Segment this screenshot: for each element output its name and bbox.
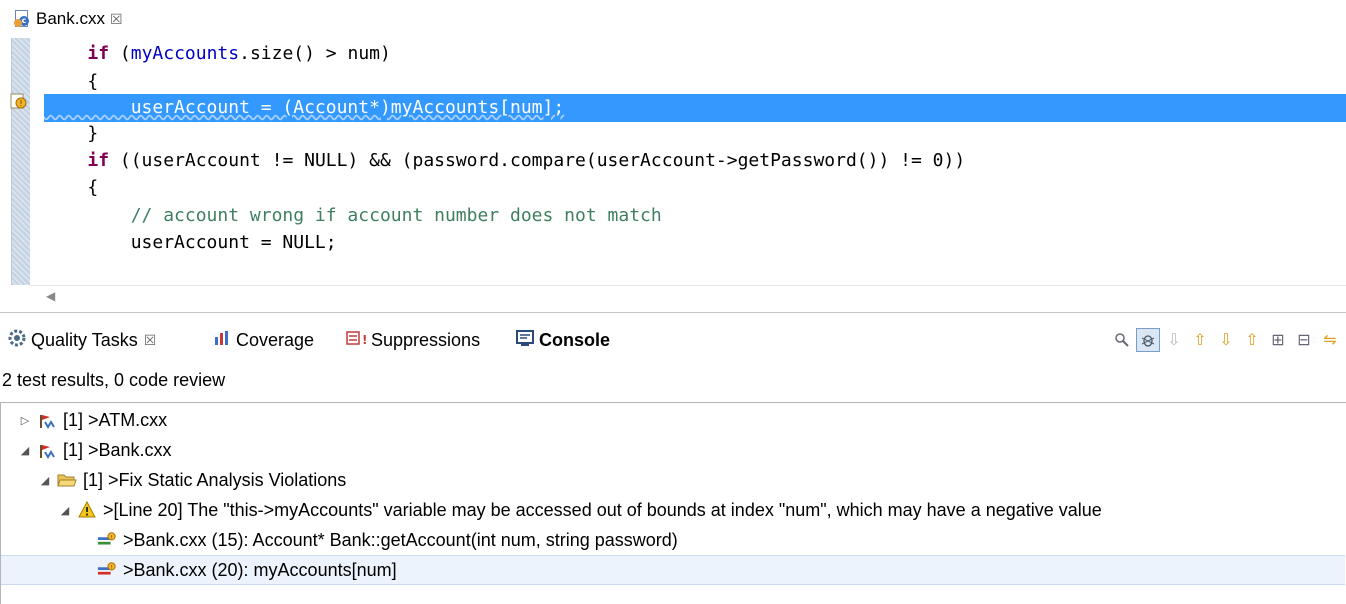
tab-label: Quality Tasks [31, 329, 138, 350]
close-icon[interactable]: ☒ [144, 332, 157, 349]
arrow-up-icon[interactable]: ⇧ [1188, 328, 1212, 352]
tab-suppressions[interactable]: ! Suppressions [346, 318, 480, 362]
close-icon[interactable]: ☒ [110, 11, 123, 28]
collapse-triangle-icon[interactable]: ◢ [37, 474, 53, 487]
code-line-8: userAccount = NULL; [44, 232, 337, 253]
code-line-4: } [44, 123, 99, 144]
svg-text:!: ! [19, 99, 22, 108]
call-trace-icon: ! [97, 530, 117, 550]
editor-tab-bank-cxx[interactable]: c Bank.cxx ☒ [0, 0, 123, 38]
tree-item-label: [1] >Bank.cxx [63, 439, 172, 460]
svg-text:!: ! [110, 565, 112, 571]
violation-point-icon: ! [97, 560, 117, 580]
svg-text:!: ! [362, 333, 366, 347]
tree-item-label: >Bank.cxx (15): Account* Bank::getAccoun… [123, 529, 678, 550]
code-editor[interactable]: c Bank.cxx ☒ ! if (myAccounts.size() > n… [0, 0, 1346, 313]
tab-label: Suppressions [371, 329, 481, 350]
filter-bug-icon[interactable] [1136, 328, 1160, 352]
test-result-icon [37, 410, 57, 430]
tree-item-label: [1] >Fix Static Analysis Violations [83, 469, 347, 490]
link-icon[interactable]: ⇋ [1318, 328, 1342, 352]
results-tree[interactable]: ▷ [1] >ATM.cxx ◢ [1] >Bank.cxx ◢ [1] >Fi… [0, 402, 1346, 604]
collapse-triangle-icon[interactable]: ◢ [57, 504, 73, 517]
code-line-6: { [44, 177, 99, 198]
console-icon [516, 329, 534, 352]
collapse-all-icon[interactable]: ⊟ [1292, 328, 1316, 352]
search-icon[interactable] [1110, 328, 1134, 352]
collapse-triangle-icon[interactable]: ◢ [17, 444, 33, 457]
horizontal-scrollbar[interactable]: ◀ [30, 285, 1346, 308]
tree-item-label: >Bank.cxx (20): myAccounts[num] [123, 559, 397, 580]
svg-text:!: ! [110, 535, 112, 541]
tree-item-fix-violations[interactable]: ◢ [1] >Fix Static Analysis Violations [1, 465, 1345, 495]
arrow-down-icon[interactable]: ⇩ [1214, 328, 1238, 352]
code-line-7-comment: // account wrong if account number does … [44, 205, 662, 226]
coverage-icon [213, 329, 231, 352]
code-area[interactable]: ! if (myAccounts.size() > num) { userAcc… [0, 38, 1346, 285]
results-summary: 2 test results, 0 code review [2, 370, 226, 390]
tree-item-trace-2[interactable]: ! >Bank.cxx (20): myAccounts[num] [1, 555, 1345, 585]
divider [0, 312, 1346, 313]
tree-item-atm[interactable]: ▷ [1] >ATM.cxx [1, 405, 1345, 435]
arrow-up-alt-icon[interactable]: ⇧ [1240, 328, 1264, 352]
editor-tab-bar: c Bank.cxx ☒ [0, 0, 1346, 38]
code-line-5: if ((userAccount != NULL) && (password.c… [87, 150, 966, 171]
panel-toolbar: ⇩ ⇧ ⇩ ⇧ ⊞ ⊟ ⇋ [1108, 328, 1342, 352]
quality-tasks-icon [8, 329, 26, 352]
next-disabled-icon[interactable]: ⇩ [1162, 328, 1186, 352]
tree-item-violation[interactable]: ◢ >[Line 20] The "this->myAccounts" vari… [1, 495, 1345, 525]
tab-coverage[interactable]: Coverage [213, 318, 314, 362]
tree-item-label: [1] >ATM.cxx [63, 409, 168, 430]
tab-label: Coverage [236, 329, 315, 350]
overview-ruler: ! [0, 38, 30, 285]
code-line-2: { [44, 71, 99, 92]
folder-open-icon [57, 470, 77, 490]
scroll-left-icon[interactable]: ◀ [46, 289, 55, 303]
cpp-file-icon: c [14, 10, 30, 28]
editor-tab-label: Bank.cxx [36, 9, 105, 28]
tree-item-bank[interactable]: ◢ [1] >Bank.cxx [1, 435, 1345, 465]
tree-item-label: >[Line 20] The "this->myAccounts" variab… [103, 499, 1102, 520]
panel-tab-bar: Quality Tasks ☒ Coverage ! Suppressions … [0, 318, 1346, 362]
code-line-1: if (myAccounts.size() > num) [87, 43, 391, 64]
tree-item-trace-1[interactable]: ! >Bank.cxx (15): Account* Bank::getAcco… [1, 525, 1345, 555]
tab-label: Console [539, 329, 611, 350]
warning-marker-icon[interactable]: ! [9, 92, 27, 110]
tab-console[interactable]: Console [516, 318, 610, 362]
expand-triangle-icon[interactable]: ▷ [17, 414, 33, 427]
expand-all-icon[interactable]: ⊞ [1266, 328, 1290, 352]
test-result-icon [37, 440, 57, 460]
warning-icon [77, 500, 97, 520]
code-line-3-highlighted: userAccount = (Account*)myAccounts[num]; [44, 94, 1346, 122]
suppressions-icon: ! [346, 329, 367, 352]
quality-tasks-panel: Quality Tasks ☒ Coverage ! Suppressions … [0, 318, 1346, 604]
tab-quality-tasks[interactable]: Quality Tasks ☒ [8, 318, 157, 362]
